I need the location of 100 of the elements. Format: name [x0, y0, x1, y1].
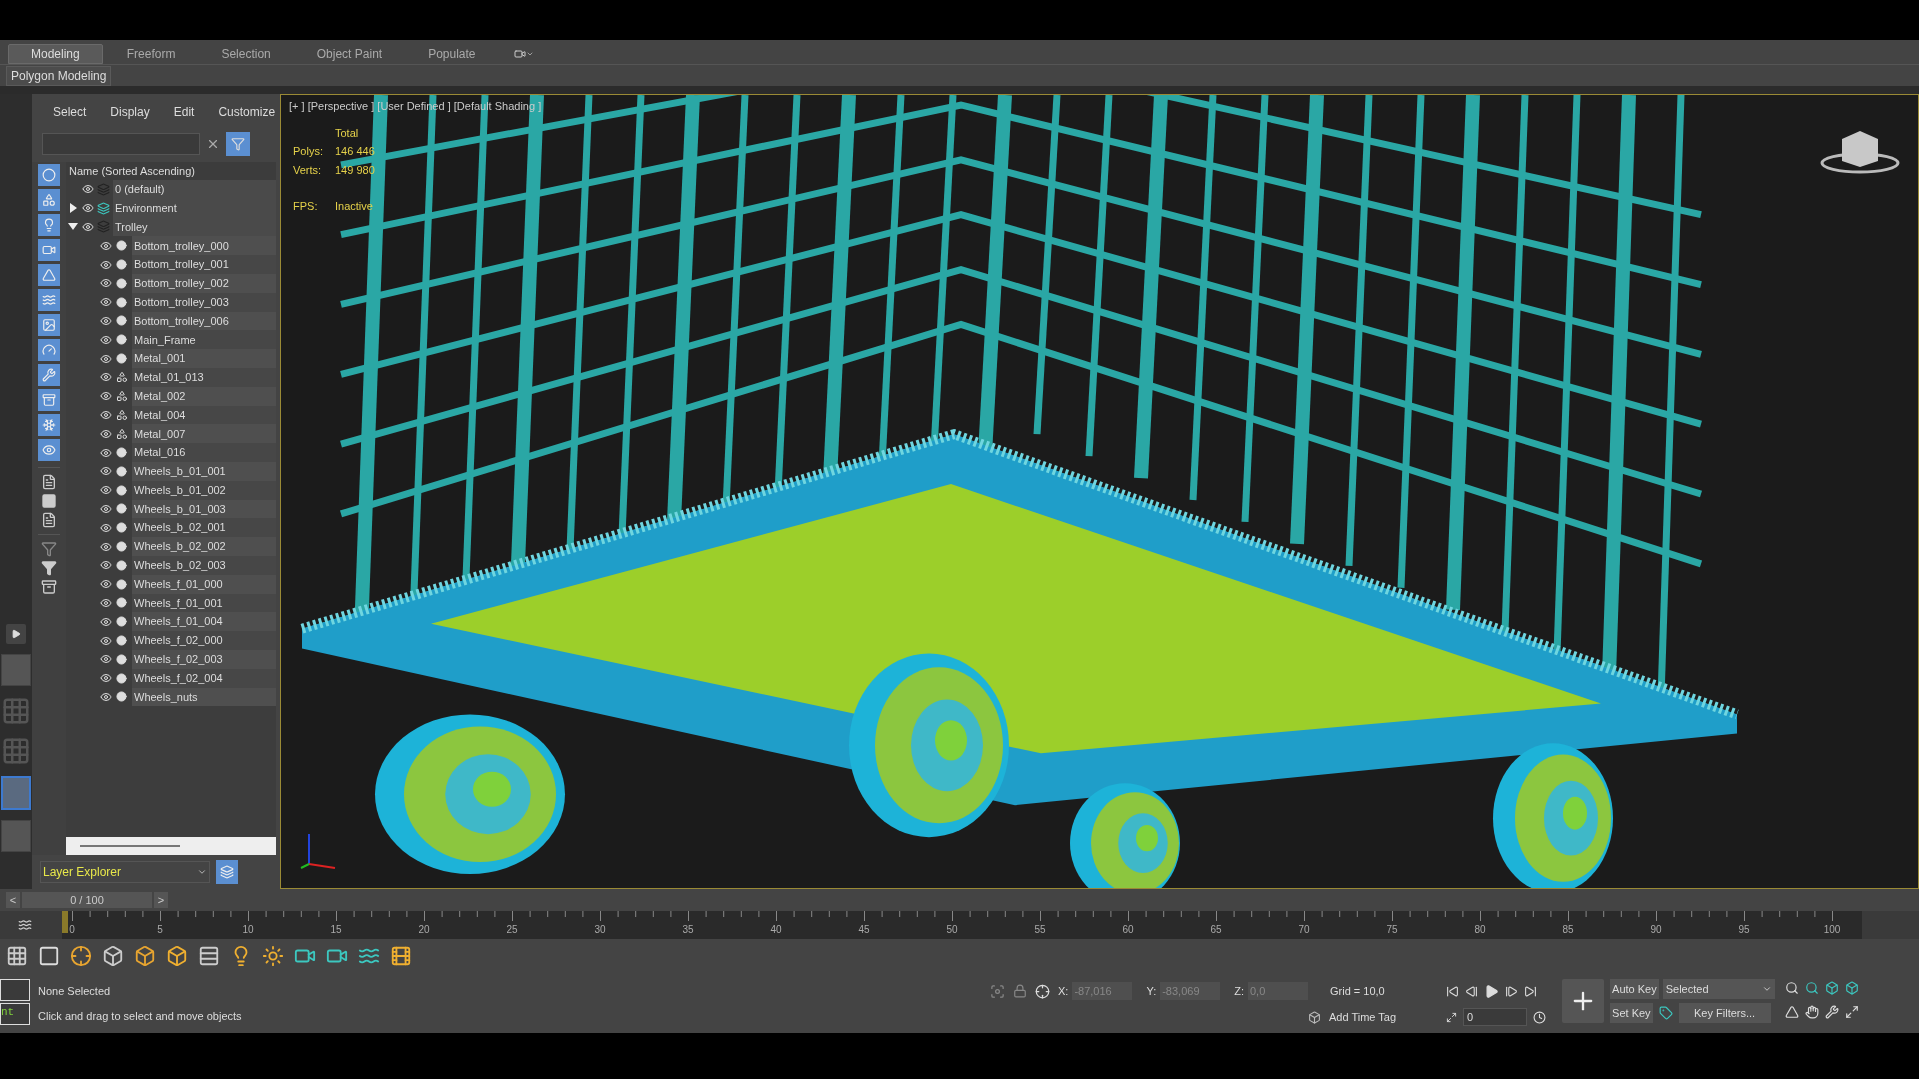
visibility-eye-icon[interactable]: [100, 277, 112, 290]
visibility-eye-icon[interactable]: [100, 446, 112, 459]
explorer-menu-item[interactable]: Display: [105, 103, 155, 121]
object-name[interactable]: Metal_007: [132, 424, 276, 444]
list-icon[interactable]: [198, 945, 220, 967]
next-frame-icon[interactable]: [1505, 984, 1519, 998]
lock-icon[interactable]: [1013, 984, 1027, 998]
visibility-eye-icon[interactable]: [82, 183, 94, 196]
maximize-viewport-icon[interactable]: [1844, 1005, 1859, 1019]
next-frame-button[interactable]: >: [154, 892, 168, 908]
expand-arrow-icon[interactable]: [69, 203, 77, 214]
zoom-extents-all-icon[interactable]: [1844, 981, 1859, 995]
previous-frame-button[interactable]: <: [6, 892, 20, 908]
previous-frame-icon[interactable]: [1465, 984, 1479, 998]
picture-filter-icon[interactable]: [38, 314, 60, 336]
explorer-dropdown[interactable]: Layer Explorer: [40, 861, 210, 883]
ribbon-tab[interactable]: Modeling: [8, 44, 103, 64]
visibility-eye-icon[interactable]: [100, 371, 112, 384]
expand-panel-button[interactable]: [6, 624, 26, 644]
visibility-eye-icon[interactable]: [82, 202, 94, 215]
time-slider-thumb[interactable]: [62, 911, 68, 933]
object-name[interactable]: Metal_016: [132, 443, 276, 462]
container-filter-icon[interactable]: [38, 389, 60, 411]
geometry-filter-icon[interactable]: [38, 164, 60, 186]
visibility-eye-icon[interactable]: [82, 221, 94, 233]
light-filter-icon[interactable]: [38, 214, 60, 236]
object-name[interactable]: Wheels_f_02_000: [132, 631, 276, 650]
filter-icon[interactable]: [41, 560, 57, 576]
auto-key-button[interactable]: Auto Key: [1610, 979, 1659, 999]
zoom-extents-icon[interactable]: [1824, 981, 1839, 995]
object-name[interactable]: Wheels_f_01_004: [132, 612, 276, 632]
ribbon-tab[interactable]: Freeform: [104, 44, 198, 64]
visibility-eye-icon[interactable]: [100, 296, 112, 309]
column-header[interactable]: Name (Sorted Ascending): [66, 162, 276, 180]
visibility-eye-icon[interactable]: [100, 465, 112, 478]
go-to-start-icon[interactable]: [1446, 984, 1460, 998]
key-tangent-icon[interactable]: [1658, 1006, 1673, 1020]
shapes-filter-icon[interactable]: [38, 189, 60, 211]
box-solid-icon[interactable]: [166, 945, 188, 967]
visibility-eye-icon[interactable]: [100, 596, 112, 609]
visibility-eye-icon[interactable]: [100, 314, 112, 327]
box-wireframe-icon[interactable]: [102, 945, 124, 967]
square-icon[interactable]: [38, 945, 60, 967]
square-icon[interactable]: [41, 493, 57, 509]
object-name[interactable]: Metal_001: [132, 349, 276, 368]
container-icon[interactable]: [41, 579, 57, 595]
go-to-end-icon[interactable]: [1524, 984, 1538, 998]
wave-filter-icon[interactable]: [38, 289, 60, 311]
current-frame-field[interactable]: 0: [1463, 1008, 1528, 1026]
object-name[interactable]: Bottom_trolley_000: [132, 236, 276, 256]
visibility-eye-icon[interactable]: [100, 690, 112, 703]
eye-filter-icon[interactable]: [38, 439, 60, 461]
time-config-clock-icon[interactable]: [1533, 1010, 1547, 1024]
list-document-icon[interactable]: [41, 512, 57, 528]
set-key-mode-button[interactable]: Set Key: [1610, 1003, 1653, 1023]
timeline-track[interactable]: 0 5 10 15 20 25 30 35 40 45 50 55 60 65 70 75 80 85 90 95 100: [62, 911, 1862, 939]
time-tag-icon[interactable]: [1308, 1010, 1321, 1024]
object-name[interactable]: Bottom_trolley_001: [132, 255, 276, 274]
frame-counter[interactable]: 0 / 100: [22, 892, 152, 908]
object-name[interactable]: Wheels_b_02_002: [132, 537, 276, 556]
helper-filter-icon[interactable]: [38, 264, 60, 286]
snowflake-filter-icon[interactable]: [38, 414, 60, 436]
filter-settings-icon[interactable]: [41, 541, 57, 557]
sun-icon[interactable]: [262, 945, 284, 967]
visibility-eye-icon[interactable]: [100, 390, 112, 403]
visibility-eye-icon[interactable]: [100, 540, 112, 553]
visibility-eye-icon[interactable]: [100, 427, 112, 440]
wrench-filter-icon[interactable]: [38, 364, 60, 386]
explorer-menu-item[interactable]: Customize: [213, 103, 281, 121]
key-mode-dropdown[interactable]: Selected: [1662, 979, 1775, 999]
visibility-eye-icon[interactable]: [100, 672, 112, 685]
explorer-search-field[interactable]: [42, 133, 200, 155]
visibility-eye-icon[interactable]: [100, 521, 112, 534]
visibility-eye-icon[interactable]: [100, 352, 112, 365]
visibility-eye-icon[interactable]: [100, 559, 112, 572]
explorer-menu-item[interactable]: Edit: [168, 103, 200, 121]
clear-search-icon[interactable]: [206, 137, 220, 151]
set-key-button[interactable]: [1562, 979, 1605, 1023]
visibility-eye-icon[interactable]: [100, 239, 112, 252]
zoom-icon[interactable]: [1784, 981, 1799, 995]
add-time-tag-link[interactable]: Add Time Tag: [1329, 1008, 1397, 1026]
object-name[interactable]: Wheels_b_02_001: [132, 518, 276, 538]
ribbon-tab[interactable]: Selection: [199, 44, 293, 64]
visibility-eye-icon[interactable]: [100, 578, 112, 591]
visibility-eye-icon[interactable]: [100, 258, 112, 271]
layers-button[interactable]: [216, 860, 238, 884]
box-icon[interactable]: [134, 945, 156, 967]
play-icon[interactable]: [1484, 983, 1500, 999]
layer-name[interactable]: 0 (default): [113, 180, 276, 199]
visibility-eye-icon[interactable]: [100, 615, 112, 628]
listener-output[interactable]: nt: [0, 1003, 30, 1025]
visibility-eye-icon[interactable]: [100, 333, 112, 346]
visibility-eye-icon[interactable]: [100, 484, 112, 497]
render-frame-icon[interactable]: [390, 945, 412, 967]
visibility-eye-icon[interactable]: [100, 653, 112, 666]
camera-filter-icon[interactable]: [38, 239, 60, 261]
ribbon-panel-label[interactable]: Polygon Modeling: [6, 65, 112, 86]
visibility-eye-icon[interactable]: [100, 408, 112, 421]
zoom-all-icon[interactable]: [1804, 981, 1819, 995]
listener-field[interactable]: [0, 979, 30, 1001]
